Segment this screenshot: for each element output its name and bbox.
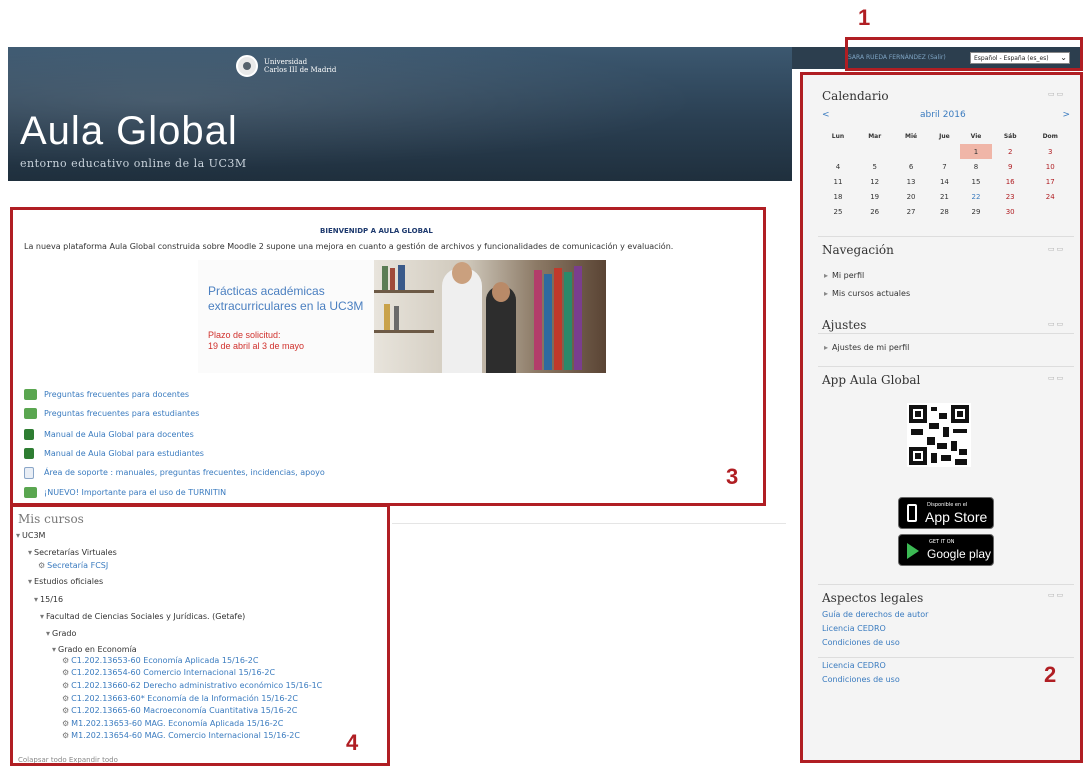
header-banner: Universidad Carlos III de Madrid Aula Gl… [8, 47, 792, 181]
university-name: Universidad Carlos III de Madrid [264, 58, 344, 74]
content-divider [392, 523, 786, 524]
university-name-line1: Universidad [264, 58, 308, 66]
callout-box-2 [800, 72, 1083, 763]
callout-box-1 [845, 37, 1083, 71]
university-seal-icon[interactable] [236, 55, 258, 77]
university-name-line2: Carlos III de Madrid [264, 66, 337, 74]
callout-number-3: 3 [726, 464, 739, 489]
callout-box-4 [10, 504, 390, 766]
callout-number-1: 1 [858, 5, 871, 30]
callout-box-3 [10, 207, 766, 506]
callout-number-4: 4 [346, 730, 359, 755]
site-subtitle: entorno educativo online de la UC3M [20, 157, 247, 170]
site-title[interactable]: Aula Global [20, 109, 238, 154]
callout-number-2: 2 [1044, 662, 1057, 687]
